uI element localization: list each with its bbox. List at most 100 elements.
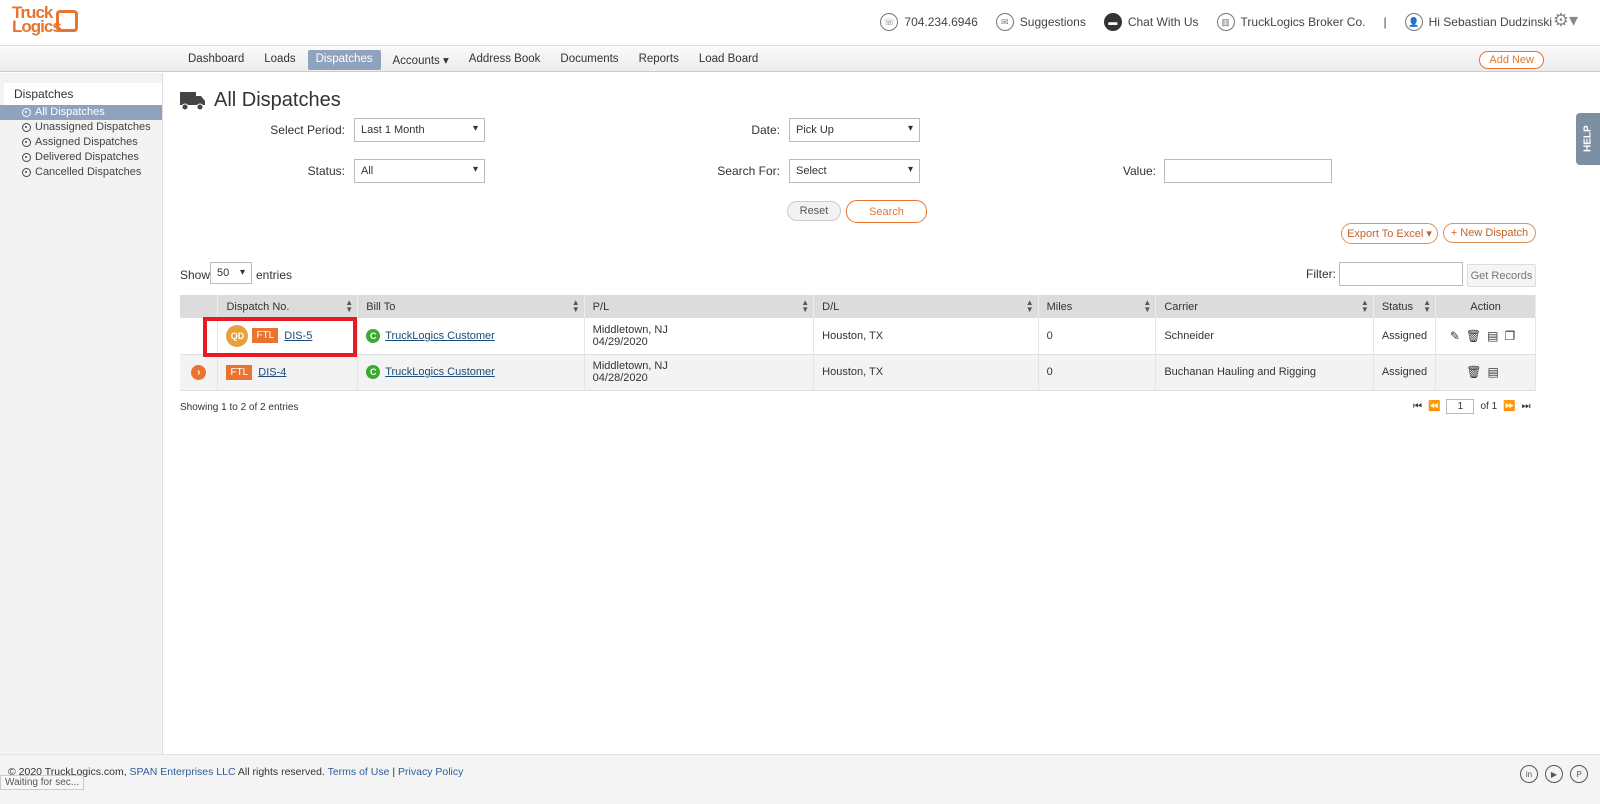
view-document-icon[interactable]: ▤ bbox=[1487, 329, 1504, 343]
phone-link[interactable]: ☏ 704.234.6946 bbox=[880, 13, 978, 31]
sidebar-item-unassigned[interactable]: Unassigned Dispatches bbox=[0, 120, 162, 135]
help-tab[interactable]: HELP bbox=[1576, 113, 1600, 165]
header-label: Miles bbox=[1046, 300, 1073, 313]
terms-link[interactable]: Terms of Use bbox=[328, 766, 390, 778]
chat-link[interactable]: ▬ Chat With Us bbox=[1103, 13, 1199, 31]
building-icon: ▥ bbox=[1216, 13, 1235, 31]
nav-load-board[interactable]: Load Board bbox=[691, 50, 766, 70]
nav-documents[interactable]: Documents bbox=[552, 50, 626, 70]
sort-icon[interactable]: ▲ ▼ bbox=[1423, 299, 1431, 314]
view-document-icon[interactable]: ▤ bbox=[1487, 365, 1504, 379]
sort-icon[interactable]: ▲ ▼ bbox=[1361, 299, 1369, 314]
table-row: QD FTL DIS-5 C TruckLogics Customer Middlet… bbox=[180, 318, 1536, 355]
value-input[interactable] bbox=[1164, 159, 1332, 183]
settings-gear-icon[interactable]: ⚙▾ bbox=[1553, 10, 1578, 31]
sidebar-item-delivered[interactable]: Delivered Dispatches bbox=[0, 150, 162, 165]
highlight-box bbox=[203, 317, 357, 357]
sort-icon[interactable]: ▲ ▼ bbox=[1026, 299, 1034, 314]
period-select[interactable]: Last 1 Month bbox=[354, 118, 485, 142]
expand-icon[interactable]: › bbox=[191, 364, 207, 380]
mail-icon: ✉ bbox=[995, 13, 1014, 31]
filter-input[interactable] bbox=[1339, 262, 1463, 286]
delete-icon[interactable]: 🗑 bbox=[1466, 329, 1487, 343]
copy-icon[interactable]: ❐ bbox=[1504, 329, 1521, 343]
user-greeting: Hi Sebastian Dudzinski bbox=[1428, 15, 1552, 29]
next-page-icon[interactable]: ⏩ bbox=[1503, 401, 1515, 412]
sort-icon[interactable]: ▲ ▼ bbox=[572, 299, 580, 314]
col-status[interactable]: Status ▲ ▼ bbox=[1373, 295, 1437, 318]
sidebar-item-assigned[interactable]: Assigned Dispatches bbox=[0, 135, 162, 150]
separator: | bbox=[1383, 15, 1387, 29]
nav-loads[interactable]: Loads bbox=[256, 50, 303, 70]
company-name: TruckLogics Broker Co. bbox=[1240, 15, 1366, 29]
action-cell: 🗑▤ bbox=[1435, 354, 1536, 391]
expand-column-header bbox=[180, 295, 219, 318]
header-label: P/L bbox=[592, 300, 610, 313]
sort-icon[interactable]: ▲ ▼ bbox=[801, 299, 809, 314]
customer-icon: C bbox=[366, 328, 381, 343]
dispatch-link[interactable]: DIS-4 bbox=[258, 366, 286, 378]
suggestions-link[interactable]: ✉ Suggestions bbox=[995, 13, 1086, 31]
status-select[interactable]: All bbox=[354, 159, 485, 183]
carrier-cell: Buchanan Hauling and Rigging bbox=[1155, 354, 1374, 391]
sidebar-item-cancelled[interactable]: Cancelled Dispatches bbox=[0, 165, 162, 180]
sort-icon[interactable]: ▲ ▼ bbox=[345, 299, 353, 314]
search-for-select[interactable]: Select bbox=[789, 159, 920, 183]
expand-cell: › bbox=[180, 354, 219, 391]
nav-dashboard[interactable]: Dashboard bbox=[180, 50, 252, 70]
last-page-icon[interactable]: ⏭ bbox=[1522, 401, 1531, 412]
bill-to-link[interactable]: TruckLogics Customer bbox=[385, 366, 495, 378]
nav-accounts[interactable]: Accounts ▾ bbox=[385, 50, 457, 70]
prev-page-icon[interactable]: ⏪ bbox=[1428, 401, 1440, 412]
reset-button[interactable]: Reset bbox=[787, 201, 841, 221]
status-cell: Assigned bbox=[1373, 318, 1437, 355]
span-link[interactable]: SPAN Enterprises LLC bbox=[130, 766, 236, 778]
sidebar-item-all[interactable]: All Dispatches bbox=[0, 105, 162, 120]
miles-cell: 0 bbox=[1038, 318, 1157, 355]
dl-cell: Houston, TX bbox=[813, 354, 1039, 391]
period-label: Select Period: bbox=[270, 123, 345, 137]
col-action: Action bbox=[1435, 295, 1536, 318]
trucklogics-logo[interactable]: Truck Logics bbox=[12, 4, 78, 35]
nav-address-book[interactable]: Address Book bbox=[461, 50, 549, 70]
entries-label: entries bbox=[256, 268, 293, 282]
sort-icon[interactable]: ▲ ▼ bbox=[1143, 299, 1151, 314]
delete-icon[interactable]: 🗑 bbox=[1466, 365, 1487, 379]
dispatches-table: Dispatch No. ▲ ▼ Bill To ▲ ▼ P/L ▲ ▼ D/L ▲ ▼ Mil… bbox=[180, 295, 1536, 391]
col-bill-to[interactable]: Bill To ▲ ▼ bbox=[357, 295, 585, 318]
entries-select[interactable]: 50 bbox=[210, 262, 252, 284]
sidebar-heading[interactable]: Dispatches bbox=[4, 83, 162, 105]
company-link[interactable]: ▥ TruckLogics Broker Co. bbox=[1216, 13, 1366, 31]
bill-to-cell: C TruckLogics Customer bbox=[357, 318, 585, 355]
add-new-button[interactable]: Add New bbox=[1479, 51, 1544, 69]
edit-icon[interactable]: ✎ bbox=[1450, 329, 1466, 343]
col-pl[interactable]: P/L ▲ ▼ bbox=[584, 295, 815, 318]
col-miles[interactable]: Miles ▲ ▼ bbox=[1038, 295, 1157, 318]
nav-dispatches[interactable]: Dispatches bbox=[307, 50, 381, 70]
page-input[interactable]: 1 bbox=[1446, 399, 1475, 414]
pinterest-icon[interactable]: P bbox=[1570, 765, 1588, 783]
circle-icon bbox=[22, 107, 31, 117]
nav-reports[interactable]: Reports bbox=[631, 50, 687, 70]
get-records-button[interactable]: Get Records bbox=[1467, 264, 1536, 287]
pl-cell: Middletown, NJ 04/28/2020 bbox=[584, 354, 815, 391]
bill-to-cell: C TruckLogics Customer bbox=[357, 354, 585, 391]
youtube-icon[interactable]: ▶ bbox=[1545, 765, 1563, 783]
date-select[interactable]: Pick Up bbox=[789, 118, 920, 142]
pl-cell: Middletown, NJ 04/29/2020 bbox=[584, 318, 815, 355]
new-dispatch-button[interactable]: + New Dispatch bbox=[1443, 223, 1536, 243]
privacy-link[interactable]: Privacy Policy bbox=[398, 766, 463, 778]
miles-cell: 0 bbox=[1038, 354, 1157, 391]
linkedin-icon[interactable]: in bbox=[1520, 765, 1538, 783]
first-page-icon[interactable]: ⏮ bbox=[1413, 401, 1422, 412]
col-carrier[interactable]: Carrier ▲ ▼ bbox=[1155, 295, 1374, 318]
export-excel-button[interactable]: Export To Excel ▾ bbox=[1341, 223, 1438, 244]
user-menu[interactable]: 👤 Hi Sebastian Dudzinski bbox=[1404, 13, 1552, 31]
dl-cell: Houston, TX bbox=[813, 318, 1039, 355]
header-label: D/L bbox=[822, 300, 840, 313]
col-dl[interactable]: D/L ▲ ▼ bbox=[813, 295, 1039, 318]
header-label: Bill To bbox=[366, 300, 396, 313]
search-button[interactable]: Search bbox=[846, 200, 927, 223]
col-dispatch-no[interactable]: Dispatch No. ▲ ▼ bbox=[217, 295, 359, 318]
bill-to-link[interactable]: TruckLogics Customer bbox=[385, 330, 495, 342]
